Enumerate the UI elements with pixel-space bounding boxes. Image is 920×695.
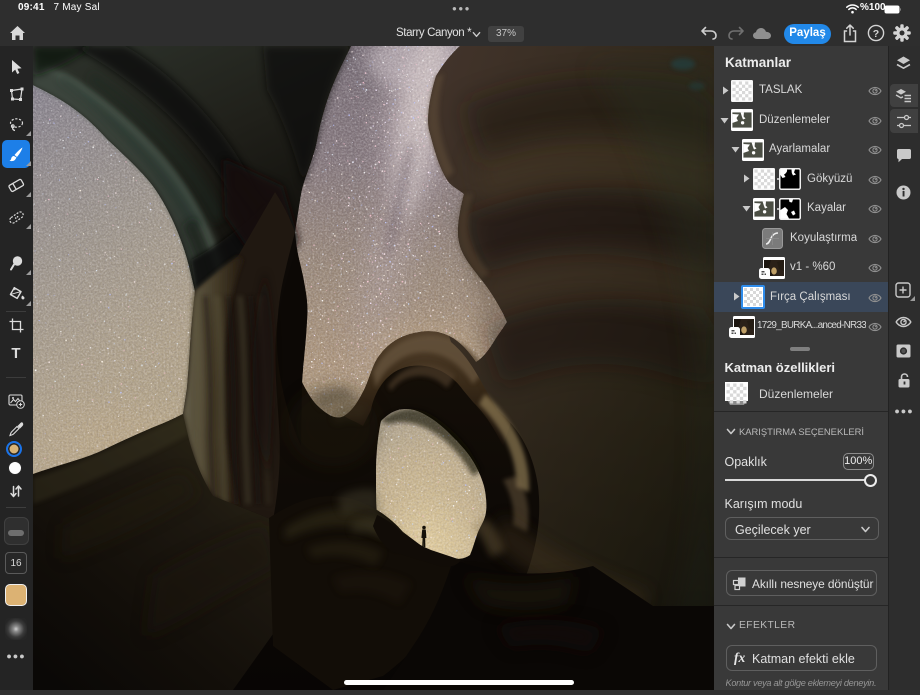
svg-text:?: ? [873, 28, 879, 40]
